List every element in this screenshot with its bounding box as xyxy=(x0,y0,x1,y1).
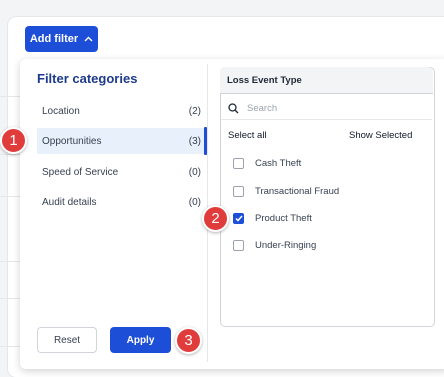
option-label: Under-Ringing xyxy=(255,239,317,251)
search-icon xyxy=(228,102,239,113)
apply-button[interactable]: Apply xyxy=(110,327,171,353)
category-count: (3) xyxy=(188,135,201,147)
active-category-indicator xyxy=(204,127,207,155)
option-under-ringing[interactable]: Under-Ringing xyxy=(233,238,316,252)
step-marker-3: 3 xyxy=(175,327,202,354)
add-filter-button[interactable]: Add filter xyxy=(25,26,98,52)
loss-event-type-header: Loss Event Type xyxy=(220,67,433,94)
loss-event-type-title: Loss Event Type xyxy=(227,74,302,86)
category-opportunities[interactable]: Opportunities (3) xyxy=(37,128,207,154)
chevron-up-icon xyxy=(84,36,93,41)
option-label: Cash Theft xyxy=(255,157,302,169)
show-selected-link[interactable]: Show Selected xyxy=(349,130,412,141)
option-product-theft[interactable]: Product Theft xyxy=(233,211,312,225)
search-input[interactable]: Search xyxy=(221,97,432,120)
reset-button[interactable]: Reset xyxy=(37,327,97,353)
add-filter-label: Add filter xyxy=(29,33,79,45)
category-label: Location xyxy=(42,105,80,117)
checkbox[interactable] xyxy=(233,239,244,251)
select-all-link[interactable]: Select all xyxy=(228,130,267,141)
category-location[interactable]: Location (2) xyxy=(37,98,207,124)
category-label: Audit details xyxy=(42,196,97,208)
category-count: (2) xyxy=(188,105,201,117)
option-label: Product Theft xyxy=(255,212,312,224)
category-label: Speed of Service xyxy=(42,166,119,178)
category-speed-of-service[interactable]: Speed of Service (0) xyxy=(37,159,207,185)
step-marker-1: 1 xyxy=(0,127,27,154)
step-marker-2: 2 xyxy=(202,205,229,232)
filter-categories-title: Filter categories xyxy=(37,71,138,86)
checkbox-checked[interactable] xyxy=(233,212,244,224)
category-count: (0) xyxy=(188,196,201,208)
option-label: Transactional Fraud xyxy=(255,185,340,197)
checkbox[interactable] xyxy=(233,185,244,197)
option-transactional-fraud[interactable]: Transactional Fraud xyxy=(233,184,339,198)
category-label: Opportunities xyxy=(42,135,102,147)
category-count: (0) xyxy=(188,166,201,178)
option-cash-theft[interactable]: Cash Theft xyxy=(233,156,301,170)
category-audit-details[interactable]: Audit details (0) xyxy=(37,189,207,215)
checkmark-icon xyxy=(234,215,243,222)
checkbox[interactable] xyxy=(233,157,244,169)
search-placeholder: Search xyxy=(247,102,278,114)
